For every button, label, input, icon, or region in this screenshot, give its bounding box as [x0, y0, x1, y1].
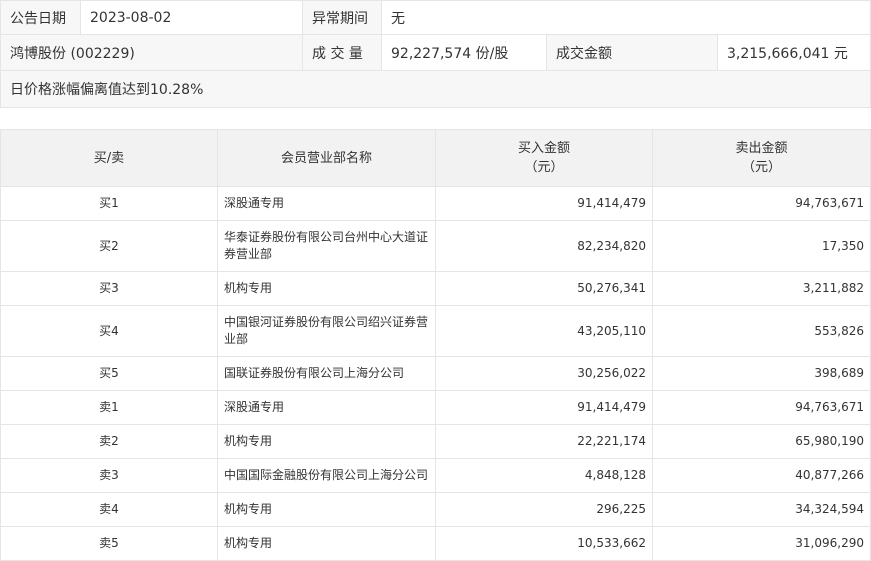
- row-sell-amount: 34,324,594: [652, 492, 871, 527]
- row-buy-amount: 22,221,174: [435, 424, 653, 459]
- row-buy-amount: 296,225: [435, 492, 653, 527]
- abnormal-period-label: 异常期间: [302, 0, 382, 35]
- header-sell-unit: （元）: [741, 160, 781, 175]
- row-sell-amount: 40,877,266: [652, 458, 871, 493]
- row-sell-amount: 94,763,671: [652, 186, 871, 221]
- row-sell-amount: 553,826: [652, 305, 871, 357]
- row-broker-name: 机构专用: [217, 492, 436, 527]
- row-buy-amount: 82,234,820: [435, 220, 653, 272]
- summary-table: 公告日期 2023-08-02 异常期间 无 鸿博股份 (002229) 成 交…: [0, 0, 871, 108]
- row-broker-name: 国联证券股份有限公司上海分公司: [217, 356, 436, 391]
- row-sell-amount: 3,211,882: [652, 271, 871, 306]
- row-sell-amount: 31,096,290: [652, 526, 871, 561]
- row-sell-amount: 398,689: [652, 356, 871, 391]
- table-row: 买2 华泰证券股份有限公司台州中心大道证券营业部 82,234,820 17,3…: [0, 220, 871, 272]
- amount-value: 3,215,666,041 元: [717, 34, 871, 71]
- row-side: 卖5: [0, 526, 218, 561]
- row-sell-amount: 17,350: [652, 220, 871, 272]
- row-buy-amount: 43,205,110: [435, 305, 653, 357]
- row-broker-name: 深股通专用: [217, 186, 436, 221]
- row-side: 卖2: [0, 424, 218, 459]
- table-row: 卖4 机构专用 296,225 34,324,594: [0, 492, 871, 527]
- row-broker-name: 深股通专用: [217, 390, 436, 425]
- row-side: 买1: [0, 186, 218, 221]
- row-broker-name: 中国银河证券股份有限公司绍兴证券营业部: [217, 305, 436, 357]
- row-buy-amount: 30,256,022: [435, 356, 653, 391]
- summary-row-date: 公告日期 2023-08-02 异常期间 无: [0, 0, 871, 35]
- row-buy-amount: 4,848,128: [435, 458, 653, 493]
- stock-name: 鸿博股份 (002229): [0, 34, 303, 71]
- table-row: 卖2 机构专用 22,221,174 65,980,190: [0, 424, 871, 459]
- table-row: 买3 机构专用 50,276,341 3,211,882: [0, 271, 871, 306]
- row-side: 卖4: [0, 492, 218, 527]
- table-row: 卖5 机构专用 10,533,662 31,096,290: [0, 526, 871, 561]
- row-side: 买4: [0, 305, 218, 357]
- header-broker-name: 会员营业部名称: [217, 129, 436, 187]
- header-buy-unit: （元）: [524, 160, 564, 175]
- row-sell-amount: 65,980,190: [652, 424, 871, 459]
- row-buy-amount: 91,414,479: [435, 390, 653, 425]
- row-broker-name: 机构专用: [217, 424, 436, 459]
- row-sell-amount: 94,763,671: [652, 390, 871, 425]
- row-side: 买2: [0, 220, 218, 272]
- announce-date-label: 公告日期: [0, 0, 81, 35]
- summary-row-reason: 日价格涨幅偏离值达到10.28%: [0, 70, 871, 108]
- header-sell-amount: 卖出金额 （元）: [652, 129, 871, 187]
- row-side: 卖1: [0, 390, 218, 425]
- volume-value: 92,227,574 份/股: [381, 34, 547, 71]
- volume-label: 成 交 量: [302, 34, 382, 71]
- table-row: 买4 中国银河证券股份有限公司绍兴证券营业部 43,205,110 553,82…: [0, 305, 871, 357]
- row-side: 买3: [0, 271, 218, 306]
- summary-row-trade: 鸿博股份 (002229) 成 交 量 92,227,574 份/股 成交金额 …: [0, 34, 871, 71]
- row-side: 卖3: [0, 458, 218, 493]
- amount-label: 成交金额: [546, 34, 718, 71]
- reason-text: 日价格涨幅偏离值达到10.28%: [0, 70, 871, 108]
- header-side: 买/卖: [0, 129, 218, 187]
- row-buy-amount: 50,276,341: [435, 271, 653, 306]
- table-row: 卖1 深股通专用 91,414,479 94,763,671: [0, 390, 871, 425]
- row-broker-name: 华泰证券股份有限公司台州中心大道证券营业部: [217, 220, 436, 272]
- detail-header-row: 买/卖 会员营业部名称 买入金额 （元） 卖出金额 （元）: [0, 129, 871, 187]
- table-row: 买5 国联证券股份有限公司上海分公司 30,256,022 398,689: [0, 356, 871, 391]
- broker-detail-table: 买/卖 会员营业部名称 买入金额 （元） 卖出金额 （元） 买1 深股通专用 9…: [0, 129, 871, 561]
- row-buy-amount: 10,533,662: [435, 526, 653, 561]
- header-buy-title: 买入金额: [517, 141, 570, 156]
- trading-info-page: 公告日期 2023-08-02 异常期间 无 鸿博股份 (002229) 成 交…: [0, 0, 871, 561]
- abnormal-period-value: 无: [381, 0, 871, 35]
- table-row: 买1 深股通专用 91,414,479 94,763,671: [0, 186, 871, 221]
- header-buy-amount: 买入金额 （元）: [435, 129, 653, 187]
- announce-date-value: 2023-08-02: [80, 0, 303, 35]
- row-side: 买5: [0, 356, 218, 391]
- row-broker-name: 中国国际金融股份有限公司上海分公司: [217, 458, 436, 493]
- row-broker-name: 机构专用: [217, 271, 436, 306]
- row-broker-name: 机构专用: [217, 526, 436, 561]
- row-buy-amount: 91,414,479: [435, 186, 653, 221]
- table-row: 卖3 中国国际金融股份有限公司上海分公司 4,848,128 40,877,26…: [0, 458, 871, 493]
- header-sell-title: 卖出金额: [735, 141, 788, 156]
